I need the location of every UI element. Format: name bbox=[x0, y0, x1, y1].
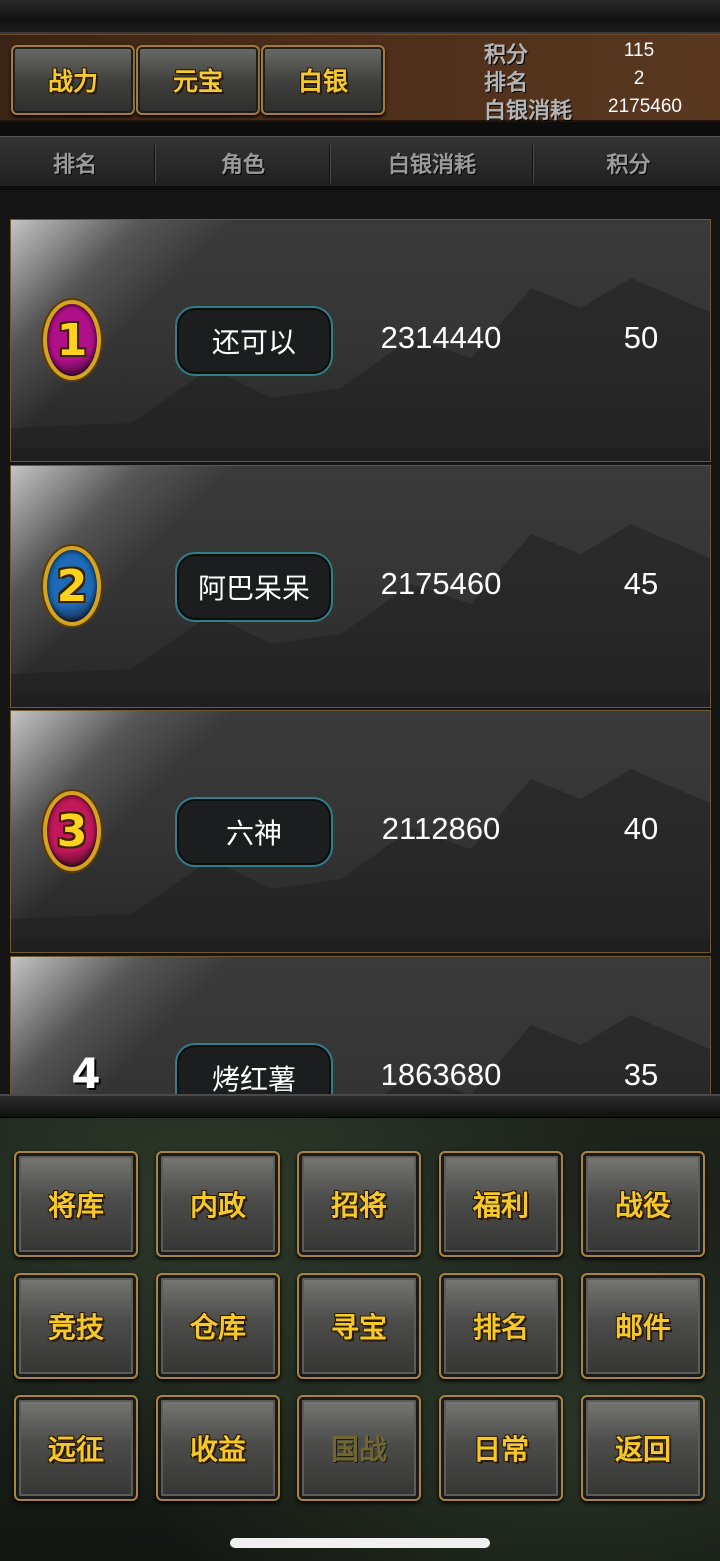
header-bar: 战力 元宝 白银 积分 115 排名 2 白银消耗 2175460 bbox=[0, 34, 720, 124]
menu-domestic-button[interactable]: 内政 bbox=[156, 1151, 280, 1257]
player-name[interactable]: 烤红薯 bbox=[175, 1043, 333, 1094]
menu-income-button[interactable]: 收益 bbox=[156, 1395, 280, 1501]
col-silver: 白银消耗 bbox=[387, 153, 476, 178]
menu-general-library-button[interactable]: 将库 bbox=[14, 1151, 138, 1257]
silver-spent: 2314440 bbox=[380, 320, 502, 355]
rank-number: 4 bbox=[71, 1049, 101, 1094]
score-value: 115 bbox=[623, 40, 655, 61]
tab-silver[interactable]: 白银 bbox=[261, 45, 385, 115]
menu-daily-button[interactable]: 日常 bbox=[439, 1395, 563, 1501]
ranking-row[interactable]: 1 还可以 2314440 50 bbox=[10, 219, 711, 462]
menu-expedition-button[interactable]: 远征 bbox=[14, 1395, 138, 1501]
column-header: 排名 角色 白银消耗 积分 bbox=[0, 136, 720, 188]
silver-value: 2175460 bbox=[608, 96, 682, 117]
score: 40 bbox=[623, 811, 659, 846]
player-name[interactable]: 六神 bbox=[175, 797, 333, 867]
col-rank: 排名 bbox=[52, 153, 97, 178]
menu-arena-button[interactable]: 竞技 bbox=[14, 1273, 138, 1379]
silver-label: 白银消耗 bbox=[484, 99, 573, 124]
main-menu-panel: 将库 内政 招将 福利 战役 竞技 仓库 寻宝 排名 邮件 远征 收益 国战 日… bbox=[0, 1118, 720, 1561]
menu-back-button[interactable]: 返回 bbox=[581, 1395, 705, 1501]
rank-medal-2: 2 bbox=[43, 546, 101, 626]
tab-power[interactable]: 战力 bbox=[11, 45, 135, 115]
my-stats: 积分 115 排名 2 白银消耗 2175460 bbox=[484, 37, 714, 124]
menu-ranking-button[interactable]: 排名 bbox=[439, 1273, 563, 1379]
player-name[interactable]: 还可以 bbox=[175, 306, 333, 376]
silver-spent: 2175460 bbox=[380, 566, 502, 601]
menu-recruit-button[interactable]: 招将 bbox=[297, 1151, 421, 1257]
top-strip bbox=[0, 0, 720, 34]
menu-mail-button[interactable]: 邮件 bbox=[581, 1273, 705, 1379]
col-score: 积分 bbox=[606, 153, 651, 178]
ranking-list[interactable]: 1 还可以 2314440 50 2 阿巴呆呆 2175460 45 3 六神 … bbox=[0, 190, 720, 1094]
menu-warehouse-button[interactable]: 仓库 bbox=[156, 1273, 280, 1379]
col-role: 角色 bbox=[220, 153, 265, 178]
menu-campaign-button[interactable]: 战役 bbox=[581, 1151, 705, 1257]
rank-value: 2 bbox=[633, 68, 645, 89]
home-indicator[interactable] bbox=[230, 1538, 490, 1548]
menu-welfare-button[interactable]: 福利 bbox=[439, 1151, 563, 1257]
tab-yuanbao[interactable]: 元宝 bbox=[136, 45, 260, 115]
panel-divider bbox=[0, 1094, 720, 1118]
score: 50 bbox=[623, 320, 659, 355]
player-name[interactable]: 阿巴呆呆 bbox=[175, 552, 333, 622]
ranking-row[interactable]: 2 阿巴呆呆 2175460 45 bbox=[10, 465, 711, 708]
menu-nation-war-button[interactable]: 国战 bbox=[297, 1395, 421, 1501]
silver-spent: 2112860 bbox=[381, 811, 501, 846]
rank-medal-1: 1 bbox=[43, 300, 101, 380]
silver-spent: 1863680 bbox=[380, 1057, 502, 1092]
ranking-row[interactable]: 3 六神 2112860 40 bbox=[10, 710, 711, 953]
score: 35 bbox=[623, 1057, 659, 1092]
menu-treasure-hunt-button[interactable]: 寻宝 bbox=[297, 1273, 421, 1379]
rank-medal-3: 3 bbox=[43, 791, 101, 871]
ranking-row[interactable]: 4 烤红薯 1863680 35 bbox=[10, 956, 711, 1094]
score: 45 bbox=[623, 566, 659, 601]
